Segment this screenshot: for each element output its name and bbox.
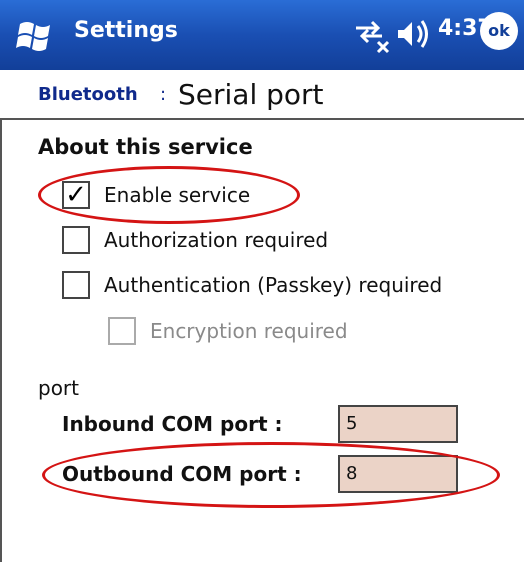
windows-start-icon[interactable] bbox=[14, 14, 58, 58]
header-separator: : bbox=[160, 84, 167, 105]
outbound-com-port-input[interactable]: 8 bbox=[338, 455, 458, 493]
encryption-checkbox bbox=[108, 317, 136, 345]
app-title[interactable]: Settings bbox=[74, 18, 178, 43]
authentication-checkbox[interactable] bbox=[62, 271, 90, 299]
checkbox-row-authorization[interactable]: Authorization required bbox=[62, 226, 328, 254]
page-header: Bluetooth : Serial port bbox=[0, 72, 524, 120]
connectivity-icon[interactable] bbox=[352, 14, 392, 54]
checkbox-row-enable-service[interactable]: ✓ Enable service bbox=[62, 181, 250, 209]
inbound-com-port-input[interactable]: 5 bbox=[338, 405, 458, 443]
title-bar: Settings 4:37 ok bbox=[0, 0, 524, 70]
page-title: Serial port bbox=[178, 78, 324, 111]
authentication-label[interactable]: Authentication (Passkey) required bbox=[104, 273, 442, 297]
app-name: Bluetooth bbox=[38, 84, 138, 105]
enable-service-label[interactable]: Enable service bbox=[104, 183, 250, 207]
checkbox-row-encryption: Encryption required bbox=[108, 317, 348, 345]
volume-icon[interactable] bbox=[394, 14, 432, 54]
authorization-label[interactable]: Authorization required bbox=[104, 228, 328, 252]
checkbox-row-authentication[interactable]: Authentication (Passkey) required bbox=[62, 271, 442, 299]
enable-service-checkbox[interactable]: ✓ bbox=[62, 181, 90, 209]
left-border bbox=[0, 118, 2, 562]
section-title-service: About this service bbox=[38, 135, 253, 159]
authorization-checkbox[interactable] bbox=[62, 226, 90, 254]
section-title-port: port bbox=[38, 376, 79, 400]
outbound-com-port-label: Outbound COM port : bbox=[62, 462, 302, 486]
ok-button[interactable]: ok bbox=[480, 12, 518, 50]
encryption-label: Encryption required bbox=[150, 319, 348, 343]
inbound-com-port-label: Inbound COM port : bbox=[62, 412, 283, 436]
